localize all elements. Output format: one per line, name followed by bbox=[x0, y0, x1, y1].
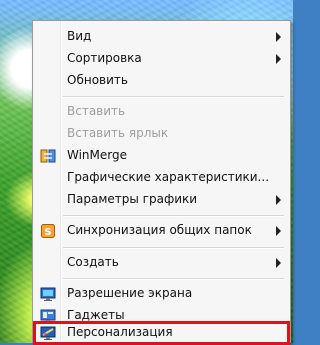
sync-folders-icon: S bbox=[41, 224, 55, 238]
menu-item-sync-folders[interactable]: S Синхронизация общих папок bbox=[34, 220, 289, 242]
menu-separator bbox=[63, 247, 284, 249]
menu-item-new[interactable]: Создать bbox=[34, 252, 289, 274]
submenu-arrow-icon bbox=[276, 54, 281, 64]
menu-item-personalization[interactable]: Персонализация bbox=[33, 321, 290, 345]
menu-item-paste-shortcut: Вставить ярлык bbox=[34, 123, 289, 145]
menu-item-label: Вставить ярлык bbox=[67, 126, 169, 140]
winmerge-icon bbox=[40, 149, 56, 163]
menu-item-label: Вставить bbox=[67, 104, 126, 118]
menu-item-label: Параметры графики bbox=[67, 192, 198, 206]
menu-separator bbox=[63, 278, 284, 280]
menu-item-label: Сортировка bbox=[67, 51, 142, 65]
menu-item-view[interactable]: Вид bbox=[34, 26, 289, 48]
menu-item-label: WinMerge bbox=[67, 148, 127, 162]
menu-item-graphics-options[interactable]: Параметры графики bbox=[34, 189, 289, 211]
desktop-context-menu: Вид Сортировка Обновить Вставить Вставит… bbox=[32, 20, 291, 345]
personalization-icon bbox=[40, 326, 56, 340]
menu-item-label: Персонализация bbox=[67, 325, 173, 339]
menu-item-label: Графические характеристики... bbox=[67, 170, 270, 184]
menu-item-sort[interactable]: Сортировка bbox=[34, 48, 289, 70]
menu-item-label: Разрешение экрана bbox=[67, 286, 193, 300]
menu-separator bbox=[63, 96, 284, 98]
submenu-arrow-icon bbox=[276, 226, 281, 236]
menu-item-label: Вид bbox=[67, 29, 92, 43]
menu-item-label: Создать bbox=[67, 255, 119, 269]
screen-resolution-icon bbox=[40, 287, 56, 301]
menu-item-screen-resolution[interactable]: Разрешение экрана bbox=[34, 283, 289, 305]
svg-text:S: S bbox=[44, 227, 51, 238]
submenu-arrow-icon bbox=[276, 258, 281, 268]
menu-item-winmerge[interactable]: WinMerge bbox=[34, 145, 289, 167]
menu-item-label: Гаджеты bbox=[67, 308, 125, 322]
menu-item-graphics-properties[interactable]: Графические характеристики... bbox=[34, 167, 289, 189]
submenu-arrow-icon bbox=[276, 32, 281, 42]
menu-separator bbox=[63, 215, 284, 217]
menu-item-label: Обновить bbox=[67, 73, 128, 87]
menu-item-label: Синхронизация общих папок bbox=[67, 223, 252, 237]
submenu-arrow-icon bbox=[276, 195, 281, 205]
menu-item-refresh[interactable]: Обновить bbox=[34, 70, 289, 92]
menu-item-paste: Вставить bbox=[34, 101, 289, 123]
